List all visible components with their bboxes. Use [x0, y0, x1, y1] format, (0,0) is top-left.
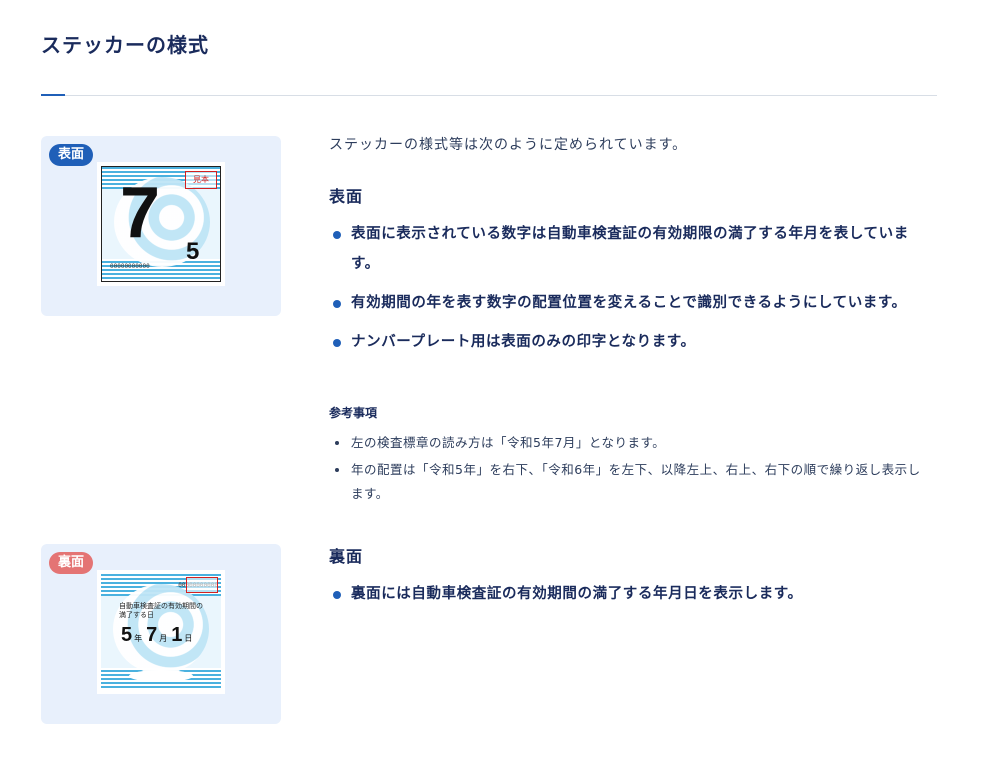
date-month: 7 [146, 624, 158, 646]
list-item: 表面に表示されている数字は自動車検査証の有効期限の満了する年月を表しています。 [329, 219, 929, 279]
back-sticker-card: 裏面 00000000000 自動車検査証の有効期間の満了する日 5年7月1日 [41, 544, 281, 724]
date-year: 5 [121, 624, 133, 646]
front-sticker-card: 表面 見本 7 5 00000000000 [41, 136, 281, 316]
list-item: ナンバープレート用は表面のみの印字となります。 [329, 327, 929, 357]
intro-text: ステッカーの様式等は次のように定められています。 [329, 137, 688, 153]
back-caption: 自動車検査証の有効期間の満了する日 [119, 602, 203, 619]
reference-list: 左の検査標章の読み方は「令和5年7月」となります。 年の配置は「令和5年」を右下… [329, 431, 929, 509]
title-divider-accent [41, 94, 65, 96]
reference-heading: 参考事項 [329, 406, 378, 420]
expiry-date: 5年7月1日 [121, 624, 196, 647]
list-item: 有効期間の年を表す数字の配置位置を変えることで識別できるようにしています。 [329, 288, 929, 318]
front-bullet-list: 表面に表示されている数字は自動車検査証の有効期限の満了する年月を表しています。 … [329, 219, 929, 366]
front-sticker-image: 見本 7 5 00000000000 [97, 162, 225, 286]
list-item: 裏面には自動車検査証の有効期間の満了する年月日を表示します。 [329, 579, 929, 609]
front-badge: 表面 [49, 144, 94, 166]
page-title: ステッカーの様式 [41, 33, 209, 57]
sample-mark: 見本 [185, 171, 217, 189]
back-heading: 裏面 [329, 547, 364, 566]
date-month-unit: 月 [159, 634, 168, 643]
title-divider [41, 95, 937, 96]
date-year-unit: 年 [134, 634, 143, 643]
sticker-ellipse [129, 670, 193, 682]
sample-mark-box [186, 577, 218, 593]
date-day: 1 [171, 624, 183, 646]
back-bullet-list: 裏面には自動車検査証の有効期間の満了する年月日を表示します。 [329, 579, 929, 609]
expiry-year-digit: 5 [186, 238, 200, 265]
date-day-unit: 日 [184, 634, 193, 643]
expiry-month-digit: 7 [120, 173, 161, 253]
back-sticker-image: 00000000000 自動車検査証の有効期間の満了する日 5年7月1日 [97, 570, 225, 694]
back-badge: 裏面 [49, 552, 94, 574]
list-item: 左の検査標章の読み方は「令和5年7月」となります。 [329, 431, 929, 455]
sticker-serial: 00000000000 [110, 263, 150, 270]
front-heading: 表面 [329, 187, 364, 206]
list-item: 年の配置は「令和5年」を右下、「令和6年」を左下、以降左上、右上、右下の順で繰り… [329, 458, 929, 506]
